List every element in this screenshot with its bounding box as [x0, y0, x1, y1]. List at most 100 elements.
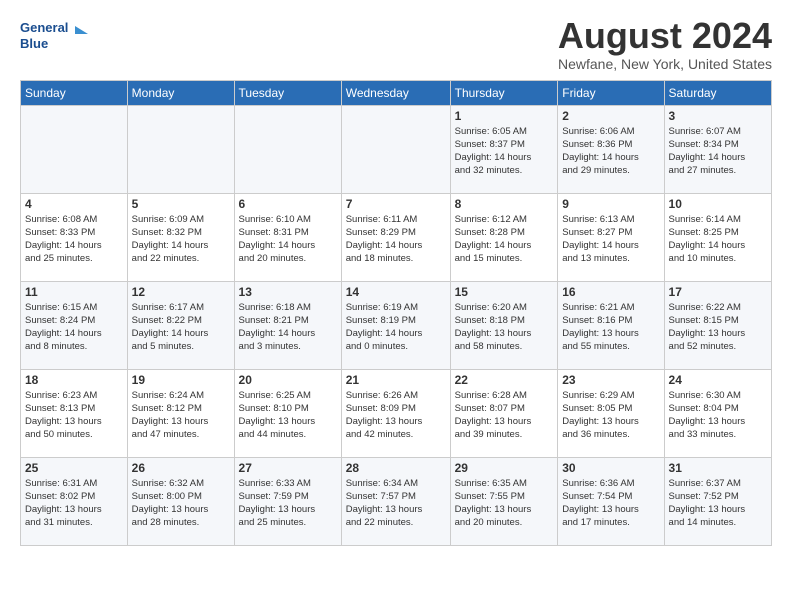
day-number: 1	[455, 109, 554, 123]
page-header: General Blue August 2024 Newfane, New Yo…	[20, 16, 772, 72]
day-info: Sunrise: 6:28 AM Sunset: 8:07 PM Dayligh…	[455, 389, 554, 442]
day-info: Sunrise: 6:34 AM Sunset: 7:57 PM Dayligh…	[346, 477, 446, 530]
day-info: Sunrise: 6:32 AM Sunset: 8:00 PM Dayligh…	[132, 477, 230, 530]
day-info: Sunrise: 6:37 AM Sunset: 7:52 PM Dayligh…	[669, 477, 767, 530]
col-saturday: Saturday	[664, 80, 771, 105]
day-info: Sunrise: 6:26 AM Sunset: 8:09 PM Dayligh…	[346, 389, 446, 442]
table-row: 16Sunrise: 6:21 AM Sunset: 8:16 PM Dayli…	[558, 281, 664, 369]
day-number: 5	[132, 197, 230, 211]
table-row: 3 Sunrise: 6:07 AM Sunset: 8:34 PM Daylig…	[664, 105, 771, 193]
day-number: 26	[132, 461, 230, 475]
day-info: Sunrise: 6:31 AM Sunset: 8:02 PM Dayligh…	[25, 477, 123, 530]
table-row: 15 Sunrise: 6:20 AM Sunset: 8:18 PM Dayli…	[450, 281, 558, 369]
table-row: 30 Sunrise: 6:36 AM Sunset: 7:54 PM Dayli…	[558, 457, 664, 545]
day-number: 20	[239, 373, 337, 387]
day-info: Sunrise: 6:05 AM Sunset: 8:37 PM Dayligh…	[455, 125, 554, 178]
calendar-table: Sunday Monday Tuesday Wednesday Thursday…	[20, 80, 772, 546]
day-info: Sunrise: 6:23 AM Sunset: 8:13 PM Dayligh…	[25, 389, 123, 442]
day-number: 15	[455, 285, 554, 299]
col-monday: Monday	[127, 80, 234, 105]
day-number: 9	[562, 197, 659, 211]
table-row: 20 Sunrise: 6:25 AM Sunset: 8:10 PM Dayli…	[234, 369, 341, 457]
table-row: 9 Sunrise: 6:13 AM Sunset: 8:27 PM Daylig…	[558, 193, 664, 281]
day-info: Sunrise: 6:29 AM Sunset: 8:05 PM Dayligh…	[562, 389, 659, 442]
day-info: Sunrise: 6:25 AM Sunset: 8:10 PM Dayligh…	[239, 389, 337, 442]
col-thursday: Thursday	[450, 80, 558, 105]
day-number: 18	[25, 373, 123, 387]
table-row	[21, 105, 128, 193]
svg-text:Blue: Blue	[20, 36, 48, 51]
table-row: 17 Sunrise: 6:22 AM Sunset: 8:15 PM Dayli…	[664, 281, 771, 369]
table-row: 8Sunrise: 6:12 AM Sunset: 8:28 PM Daylig…	[450, 193, 558, 281]
day-info: Sunrise: 6:11 AM Sunset: 8:29 PM Dayligh…	[346, 213, 446, 266]
day-number: 30	[562, 461, 659, 475]
day-number: 10	[669, 197, 767, 211]
day-info: Sunrise: 6:10 AM Sunset: 8:31 PM Dayligh…	[239, 213, 337, 266]
table-row: 2 Sunrise: 6:06 AM Sunset: 8:36 PM Daylig…	[558, 105, 664, 193]
day-number: 2	[562, 109, 659, 123]
day-info: Sunrise: 6:08 AM Sunset: 8:33 PM Dayligh…	[25, 213, 123, 266]
day-number: 16	[562, 285, 659, 299]
day-info: Sunrise: 6:07 AM Sunset: 8:34 PM Dayligh…	[669, 125, 767, 178]
day-info: Sunrise: 6:36 AM Sunset: 7:54 PM Dayligh…	[562, 477, 659, 530]
table-row: 18 Sunrise: 6:23 AM Sunset: 8:13 PM Dayli…	[21, 369, 128, 457]
calendar-week-row: 1 Sunrise: 6:05 AM Sunset: 8:37 PM Daylig…	[21, 105, 772, 193]
day-number: 22	[455, 373, 554, 387]
day-info: Sunrise: 6:18 AM Sunset: 8:21 PM Dayligh…	[239, 301, 337, 354]
table-row: 26 Sunrise: 6:32 AM Sunset: 8:00 PM Dayli…	[127, 457, 234, 545]
table-row: 25 Sunrise: 6:31 AM Sunset: 8:02 PM Dayli…	[21, 457, 128, 545]
calendar-header-row: Sunday Monday Tuesday Wednesday Thursday…	[21, 80, 772, 105]
location-subtitle: Newfane, New York, United States	[558, 56, 772, 72]
calendar-body: 1 Sunrise: 6:05 AM Sunset: 8:37 PM Daylig…	[21, 105, 772, 545]
day-info: Sunrise: 6:13 AM Sunset: 8:27 PM Dayligh…	[562, 213, 659, 266]
day-info: Sunrise: 6:06 AM Sunset: 8:36 PM Dayligh…	[562, 125, 659, 178]
day-number: 21	[346, 373, 446, 387]
table-row: 31 Sunrise: 6:37 AM Sunset: 7:52 PM Dayli…	[664, 457, 771, 545]
day-info: Sunrise: 6:12 AM Sunset: 8:28 PM Dayligh…	[455, 213, 554, 266]
col-wednesday: Wednesday	[341, 80, 450, 105]
day-number: 12	[132, 285, 230, 299]
day-number: 31	[669, 461, 767, 475]
day-number: 6	[239, 197, 337, 211]
col-tuesday: Tuesday	[234, 80, 341, 105]
day-info: Sunrise: 6:17 AM Sunset: 8:22 PM Dayligh…	[132, 301, 230, 354]
table-row: 28 Sunrise: 6:34 AM Sunset: 7:57 PM Dayli…	[341, 457, 450, 545]
col-friday: Friday	[558, 80, 664, 105]
day-number: 3	[669, 109, 767, 123]
table-row: 23Sunrise: 6:29 AM Sunset: 8:05 PM Dayli…	[558, 369, 664, 457]
table-row	[127, 105, 234, 193]
day-info: Sunrise: 6:15 AM Sunset: 8:24 PM Dayligh…	[25, 301, 123, 354]
day-number: 17	[669, 285, 767, 299]
col-sunday: Sunday	[21, 80, 128, 105]
day-number: 28	[346, 461, 446, 475]
calendar-week-row: 11 Sunrise: 6:15 AM Sunset: 8:24 PM Dayli…	[21, 281, 772, 369]
day-number: 27	[239, 461, 337, 475]
day-info: Sunrise: 6:35 AM Sunset: 7:55 PM Dayligh…	[455, 477, 554, 530]
table-row: 27Sunrise: 6:33 AM Sunset: 7:59 PM Dayli…	[234, 457, 341, 545]
table-row: 1 Sunrise: 6:05 AM Sunset: 8:37 PM Daylig…	[450, 105, 558, 193]
day-info: Sunrise: 6:22 AM Sunset: 8:15 PM Dayligh…	[669, 301, 767, 354]
day-number: 25	[25, 461, 123, 475]
day-number: 13	[239, 285, 337, 299]
table-row: 6 Sunrise: 6:10 AM Sunset: 8:31 PM Daylig…	[234, 193, 341, 281]
calendar-week-row: 18 Sunrise: 6:23 AM Sunset: 8:13 PM Dayli…	[21, 369, 772, 457]
day-info: Sunrise: 6:24 AM Sunset: 8:12 PM Dayligh…	[132, 389, 230, 442]
day-number: 29	[455, 461, 554, 475]
table-row: 22 Sunrise: 6:28 AM Sunset: 8:07 PM Dayli…	[450, 369, 558, 457]
table-row: 7Sunrise: 6:11 AM Sunset: 8:29 PM Daylig…	[341, 193, 450, 281]
month-year-title: August 2024	[558, 16, 772, 56]
calendar-week-row: 4 Sunrise: 6:08 AM Sunset: 8:33 PM Daylig…	[21, 193, 772, 281]
day-number: 14	[346, 285, 446, 299]
day-number: 4	[25, 197, 123, 211]
day-info: Sunrise: 6:09 AM Sunset: 8:32 PM Dayligh…	[132, 213, 230, 266]
table-row: 21 Sunrise: 6:26 AM Sunset: 8:09 PM Dayli…	[341, 369, 450, 457]
table-row: 19Sunrise: 6:24 AM Sunset: 8:12 PM Dayli…	[127, 369, 234, 457]
calendar-week-row: 25 Sunrise: 6:31 AM Sunset: 8:02 PM Dayli…	[21, 457, 772, 545]
day-info: Sunrise: 6:20 AM Sunset: 8:18 PM Dayligh…	[455, 301, 554, 354]
table-row: 24Sunrise: 6:30 AM Sunset: 8:04 PM Dayli…	[664, 369, 771, 457]
day-number: 11	[25, 285, 123, 299]
table-row: 12 Sunrise: 6:17 AM Sunset: 8:22 PM Dayli…	[127, 281, 234, 369]
table-row: 13 Sunrise: 6:18 AM Sunset: 8:21 PM Dayli…	[234, 281, 341, 369]
title-block: August 2024 Newfane, New York, United St…	[558, 16, 772, 72]
table-row: 10Sunrise: 6:14 AM Sunset: 8:25 PM Dayli…	[664, 193, 771, 281]
